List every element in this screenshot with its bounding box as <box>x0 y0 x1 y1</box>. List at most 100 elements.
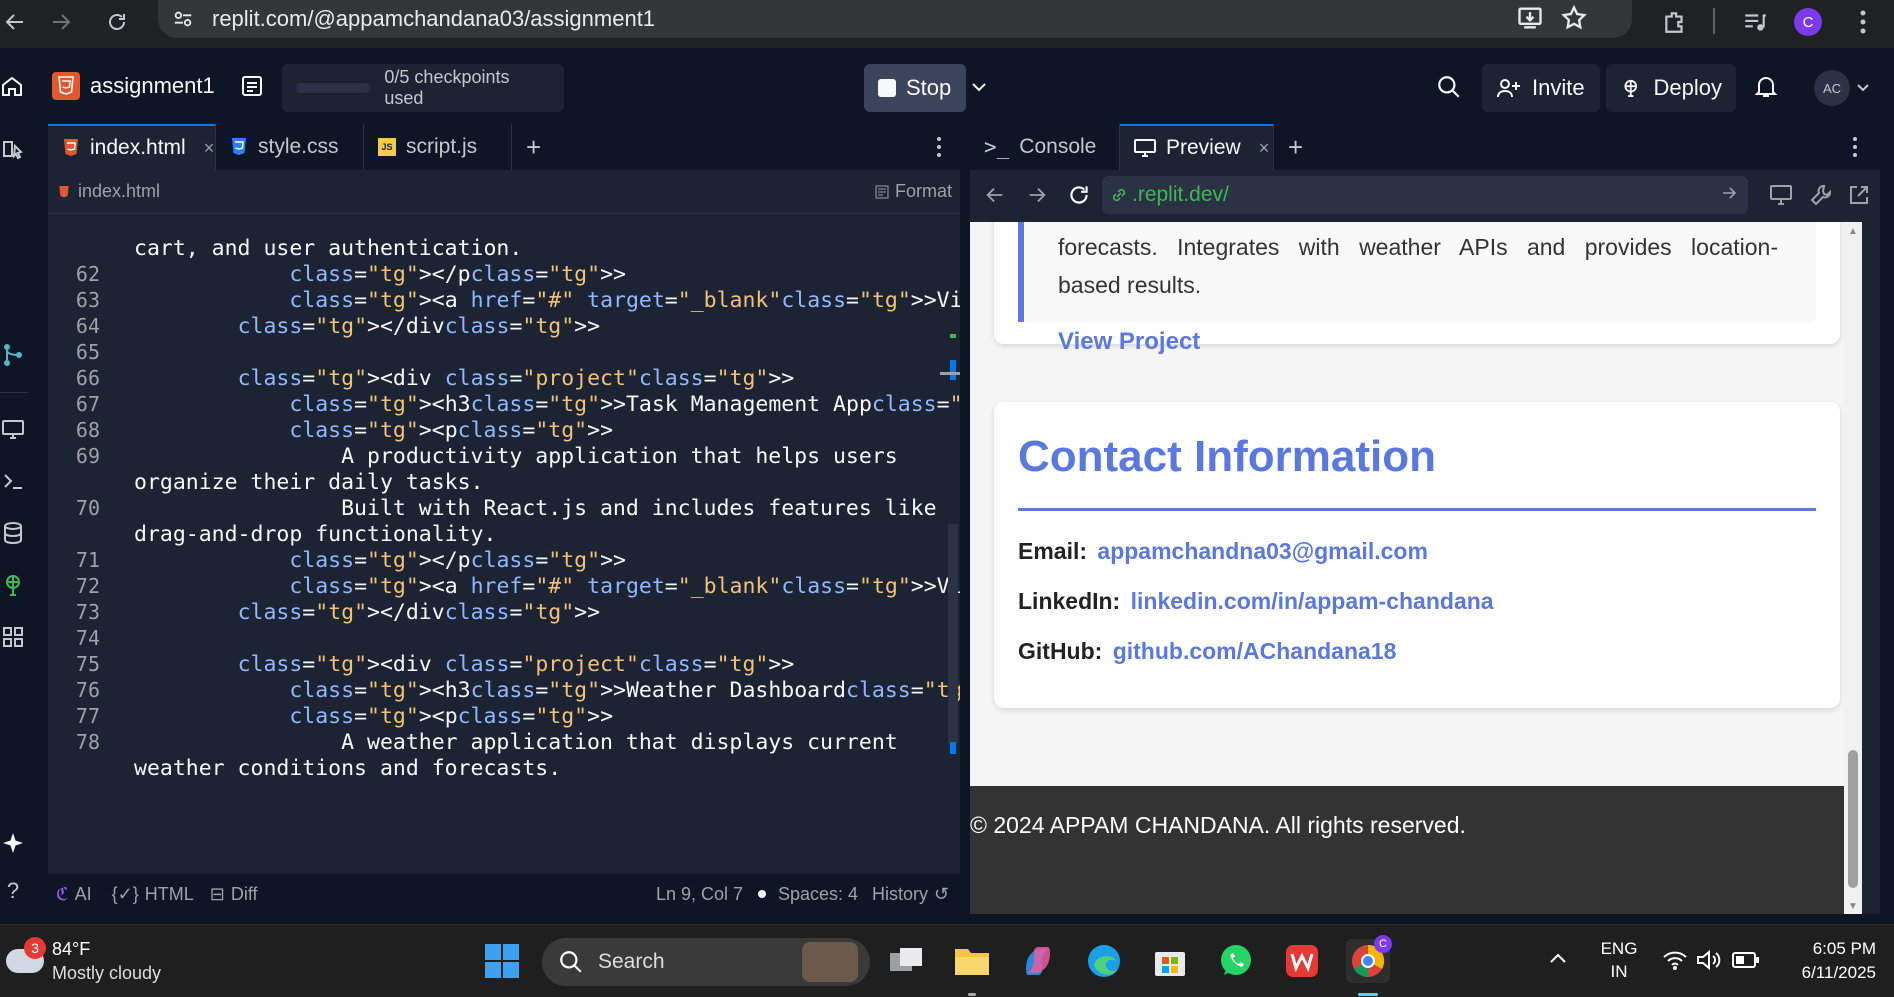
language-indicator[interactable]: ENG IN <box>1600 937 1638 983</box>
help-icon[interactable]: ? <box>0 878 26 904</box>
project-info-icon[interactable] <box>240 74 264 98</box>
close-tab-icon[interactable]: × <box>1259 138 1270 159</box>
preview-scrollbar[interactable]: ▲ ▼ <box>1844 222 1862 914</box>
extensions-icon[interactable] <box>1660 7 1690 37</box>
tab-style-css[interactable]: style.css <box>216 124 364 170</box>
all-tools-icon[interactable] <box>0 624 26 650</box>
url-text[interactable]: replit.com/@appamchandana03/assignment1 <box>212 6 655 32</box>
battery-icon[interactable] <box>1732 951 1760 969</box>
home-icon[interactable] <box>0 74 24 98</box>
user-avatar[interactable]: AC <box>1814 70 1850 106</box>
webview-icon[interactable] <box>0 416 26 442</box>
address-bar[interactable]: replit.com/@appamchandana03/assignment1 <box>158 0 1632 38</box>
scroll-up-arrow-icon[interactable]: ▲ <box>1848 226 1858 237</box>
browser-menu-icon[interactable] <box>1848 7 1878 37</box>
volume-icon[interactable] <box>1696 949 1722 971</box>
new-tab-button[interactable]: + <box>1274 124 1328 170</box>
preview-forward-icon[interactable] <box>1026 184 1048 206</box>
account-chevron-icon[interactable] <box>1856 80 1870 94</box>
ai-status[interactable]: ℭ AI <box>56 884 92 905</box>
tab-script-js[interactable]: JS script.js <box>364 124 512 170</box>
tab-console[interactable]: >_ Console <box>970 124 1120 170</box>
chrome-icon[interactable]: C <box>1346 935 1392 983</box>
editor-more-icon[interactable] <box>936 136 942 158</box>
code-line[interactable]: class="tg"><div class="project"class="tg… <box>134 366 795 391</box>
project-name[interactable]: assignment1 <box>90 73 215 99</box>
history-button[interactable]: History ↺ <box>872 884 949 905</box>
preview-url[interactable]: .replit.dev/ <box>1132 183 1229 207</box>
preview-scrollbar-thumb[interactable] <box>1848 750 1858 888</box>
preview-address-bar[interactable]: .replit.dev/ <box>1102 176 1748 214</box>
code-area[interactable]: cart, and user authentication. 62 class="… <box>48 214 960 864</box>
media-controls-icon[interactable] <box>1740 7 1770 37</box>
code-line[interactable]: weather conditions and forecasts. <box>134 756 561 781</box>
git-icon[interactable] <box>0 342 26 368</box>
language-status[interactable]: {✓} HTML <box>112 884 194 905</box>
site-info-icon[interactable] <box>172 8 194 30</box>
tab-index-html[interactable]: index.html × <box>48 124 216 170</box>
open-new-tab-icon[interactable] <box>1848 184 1870 206</box>
edge-browser-icon[interactable] <box>1082 939 1126 983</box>
hidden-icons-chevron[interactable] <box>1548 951 1568 965</box>
code-line[interactable]: class="tg"></divclass="tg">> <box>134 314 601 339</box>
code-line[interactable]: class="tg"></divclass="tg">> <box>134 600 601 625</box>
clock[interactable]: 6:05 PM 6/11/2025 <box>1776 937 1876 985</box>
tab-preview[interactable]: Preview × <box>1120 124 1274 170</box>
view-project-link[interactable]: View Project <box>1058 328 1200 356</box>
format-button[interactable]: Format <box>875 181 952 202</box>
editor-scrollbar-thumb[interactable] <box>948 524 958 744</box>
code-line[interactable]: class="tg"><div class="project"class="tg… <box>134 652 795 677</box>
breadcrumb-file[interactable]: index.html <box>78 181 160 202</box>
notifications-bell-icon[interactable] <box>1754 74 1778 100</box>
checkpoints-indicator[interactable]: 0/5 checkpoints used <box>282 64 564 112</box>
code-line[interactable]: class="tg"><h3class="tg">>Weather Dashbo… <box>134 678 960 703</box>
files-icon[interactable] <box>0 136 26 162</box>
stop-button[interactable]: Stop <box>864 64 966 112</box>
reload-icon[interactable] <box>102 7 132 37</box>
code-line[interactable]: cart, and user authentication. <box>134 236 522 261</box>
code-line[interactable]: class="tg"><a href="#" target="_blank"cl… <box>134 574 960 599</box>
open-arrow-icon[interactable] <box>1720 184 1738 202</box>
code-line[interactable]: class="tg"></pclass="tg">> <box>134 262 626 287</box>
github-link[interactable]: github.com/AChandana18 <box>1113 638 1397 664</box>
taskbar-search-box[interactable]: Search <box>542 938 870 986</box>
file-explorer-icon[interactable] <box>950 939 994 983</box>
assistant-sparkle-icon[interactable] <box>0 830 26 856</box>
windows-start-icon[interactable] <box>480 939 524 983</box>
whatsapp-icon[interactable] <box>1214 939 1258 983</box>
new-tab-button[interactable]: + <box>512 124 572 170</box>
code-line[interactable]: drag-and-drop functionality. <box>134 522 496 547</box>
forward-icon[interactable] <box>46 7 76 37</box>
wifi-icon[interactable] <box>1662 949 1688 971</box>
search-icon[interactable] <box>1436 74 1462 100</box>
preview-back-icon[interactable] <box>984 184 1006 206</box>
devtools-wrench-icon[interactable] <box>1810 184 1832 206</box>
linkedin-link[interactable]: linkedin.com/in/appam-chandana <box>1131 588 1494 614</box>
install-app-icon[interactable] <box>1516 4 1544 32</box>
code-line[interactable]: class="tg"><pclass="tg">> <box>134 418 613 443</box>
back-icon[interactable] <box>0 7 30 37</box>
task-view-icon[interactable] <box>884 939 928 983</box>
microsoft-store-icon[interactable] <box>1148 939 1192 983</box>
preview-reload-icon[interactable] <box>1066 182 1092 208</box>
diff-status[interactable]: ⊟ Diff <box>210 884 258 905</box>
code-line[interactable]: class="tg"><pclass="tg">> <box>134 704 613 729</box>
deploy-button[interactable]: Deploy <box>1606 64 1736 112</box>
copilot-icon[interactable] <box>1016 939 1060 983</box>
indentation-status[interactable]: Spaces: 4 <box>758 884 858 905</box>
profile-avatar[interactable]: C <box>1794 8 1822 36</box>
code-line[interactable]: Built with React.js and includes feature… <box>134 496 936 521</box>
code-line[interactable]: organize their daily tasks. <box>134 470 484 495</box>
cursor-position[interactable]: Ln 9, Col 7 <box>656 884 743 905</box>
code-line[interactable]: class="tg"><a href="#" target="_blank"cl… <box>134 288 960 313</box>
close-tab-icon[interactable]: × <box>204 138 215 159</box>
scroll-down-arrow-icon[interactable]: ▼ <box>1848 901 1858 912</box>
shell-icon[interactable] <box>0 468 26 494</box>
bookmark-star-icon[interactable] <box>1560 4 1588 32</box>
device-preview-icon[interactable] <box>1770 184 1794 206</box>
wps-office-icon[interactable] <box>1280 939 1324 983</box>
email-link[interactable]: appamchandna03@gmail.com <box>1097 538 1427 564</box>
database-icon[interactable] <box>0 520 26 546</box>
code-line[interactable]: A productivity application that helps us… <box>134 444 898 469</box>
run-options-chevron-icon[interactable] <box>970 78 988 96</box>
